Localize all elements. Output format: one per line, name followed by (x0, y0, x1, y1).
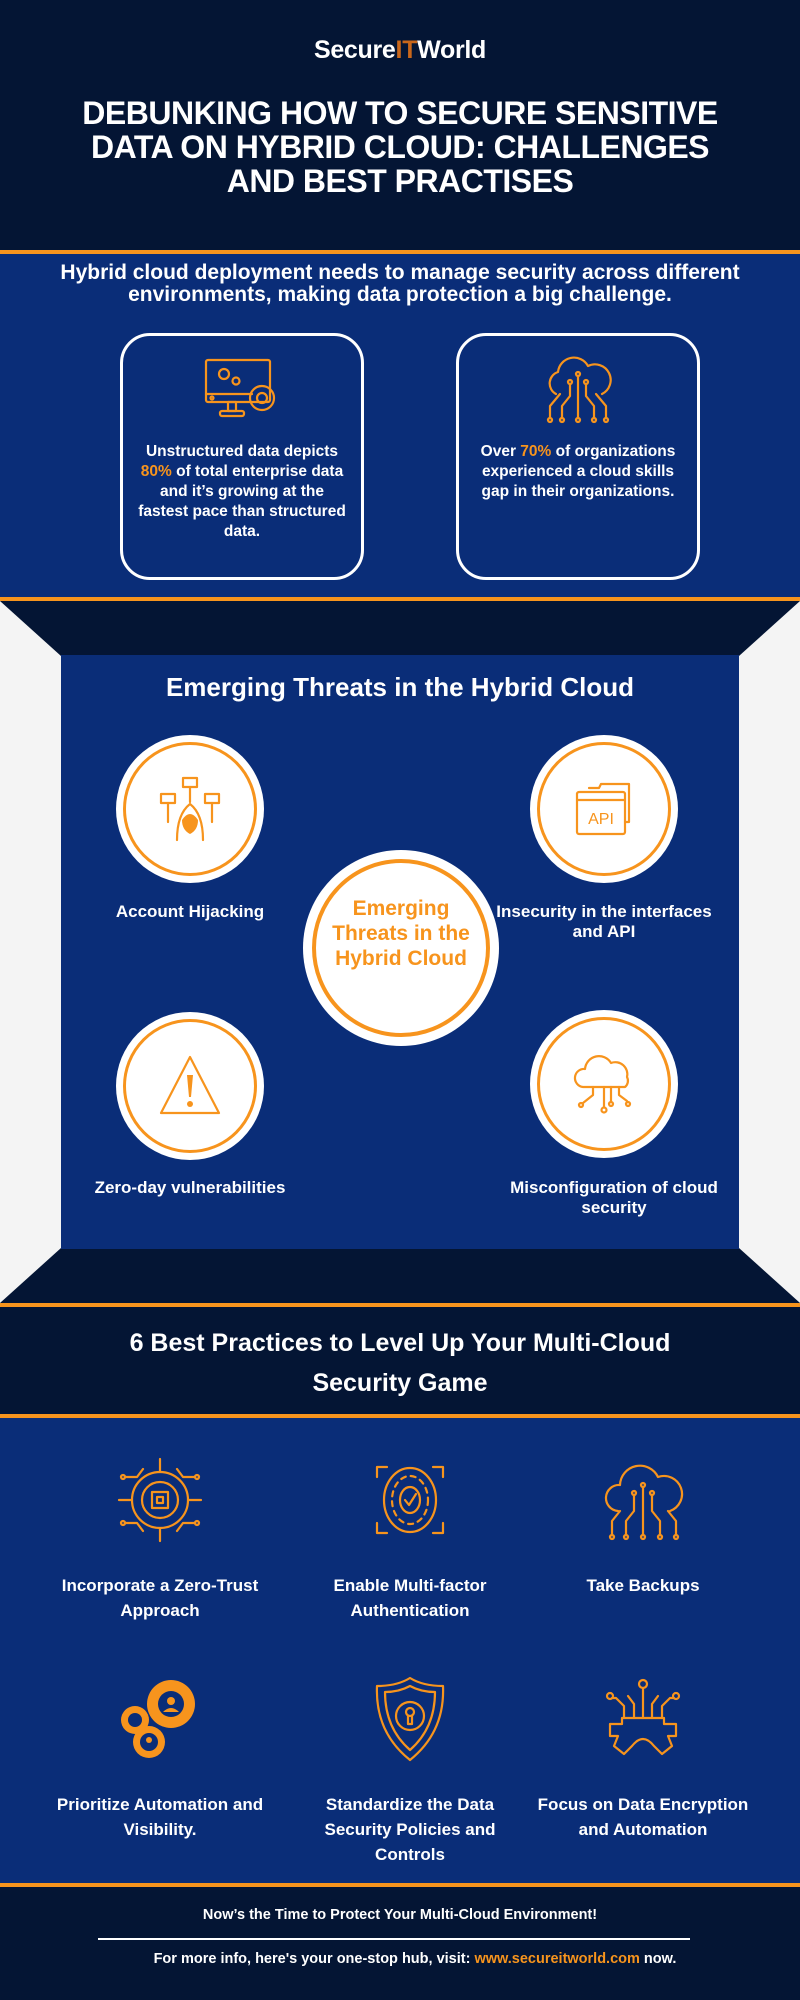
best-practice-item: Standardize the Data Security Policies a… (295, 1674, 525, 1867)
best-practice-item: Focus on Data Encryption and Automation (528, 1674, 758, 1842)
website-link[interactable]: www.secureitworld.com (474, 1951, 639, 1967)
header: SecureITWorld DEBUNKING HOW TO SECURE SE… (0, 0, 800, 250)
best-practice-label: Enable Multi-factor Authentication (333, 1576, 487, 1620)
footer: Now’s the Time to Protect Your Multi-Clo… (0, 1887, 800, 2000)
page-title: DEBUNKING HOW TO SECURE SENSITIVE DATA O… (82, 95, 718, 199)
stat-card-unstructured-data: Unstructured data depicts 80% of total e… (120, 333, 364, 580)
best-practices-header: 6 Best Practices to Level Up Your Multi-… (0, 1307, 800, 1414)
api-icon: API (575, 782, 631, 836)
cloud-config-icon (573, 1055, 632, 1114)
stats-intro: Hybrid cloud deployment needs to manage … (60, 261, 740, 306)
best-practice-label: Incorporate a Zero-Trust Approach (61, 1576, 259, 1620)
best-practice-label: Take Backups (586, 1576, 700, 1595)
footer-info: For more info, here's your one-stop hub,… (153, 1951, 677, 1967)
footer-divider (98, 1938, 690, 1940)
best-practice-label: Focus on Data Encryption and Automation (537, 1795, 749, 1839)
threat-label: Account Hijacking (115, 902, 265, 921)
footer-cta: Now’s the Time to Protect Your Multi-Clo… (202, 1907, 598, 1923)
warning-icon (159, 1055, 221, 1115)
threats-title: Emerging Threats in the Hybrid Cloud (165, 672, 635, 702)
stat-text: Unstructured data depicts 80% of total e… (138, 443, 346, 540)
stat-card-skills-gap: Over 70% of organizations experienced a … (456, 333, 700, 580)
hacker-icon (159, 776, 221, 842)
center-circle: Emerging Threats in the Hybrid Cloud (303, 850, 499, 1046)
gears-people-icon (121, 1680, 195, 1758)
stat-highlight: 80% (140, 463, 172, 480)
best-practice-item: Prioritize Automation and Visibility. (45, 1674, 275, 1842)
face-check-icon (375, 1465, 445, 1535)
threat-circle-misconfiguration (530, 1010, 678, 1158)
chip-gear-icon (117, 1457, 203, 1543)
best-practice-item: Enable Multi-factor Authentication (295, 1455, 525, 1623)
threat-circle-api: API (530, 735, 678, 883)
threats-panel: Emerging Threats in the Hybrid Cloud Acc… (61, 655, 739, 1249)
svg-text:API: API (588, 811, 614, 828)
best-practice-item: Take Backups (528, 1455, 758, 1598)
cloud-backup-icon (604, 1464, 684, 1541)
stat-highlight: 70% (520, 443, 552, 460)
gear-circuit-icon (605, 1678, 681, 1756)
best-practices-title: 6 Best Practices to Level Up Your Multi-… (129, 1329, 671, 1397)
threat-label: Insecurity in the interfaces and API (496, 902, 712, 941)
threat-circle-account-hijacking (116, 735, 264, 883)
best-practice-item: Incorporate a Zero-Trust Approach (45, 1455, 275, 1623)
threat-label: Zero-day vulnerabilities (94, 1178, 286, 1197)
best-practices-section: Incorporate a Zero-Trust Approach Enable… (0, 1418, 800, 1883)
logo: SecureITWorld (313, 36, 487, 64)
top-trapezoid (0, 601, 800, 656)
threat-label: Misconfiguration of cloud security (510, 1178, 718, 1217)
best-practice-label: Standardize the Data Security Policies a… (324, 1795, 496, 1864)
stats-section: Hybrid cloud deployment needs to manage … (0, 254, 800, 597)
bottom-trapezoid (0, 1248, 800, 1303)
threat-circle-zero-day (116, 1012, 264, 1160)
best-practice-label: Prioritize Automation and Visibility. (56, 1795, 264, 1839)
monitor-gears-icon (204, 358, 276, 418)
center-circle-text: Emerging Threats in the Hybrid Cloud (332, 897, 470, 970)
shield-lock-icon (375, 1676, 445, 1762)
cloud-network-icon (546, 356, 612, 424)
stat-text: Over 70% of organizations experienced a … (480, 443, 676, 500)
